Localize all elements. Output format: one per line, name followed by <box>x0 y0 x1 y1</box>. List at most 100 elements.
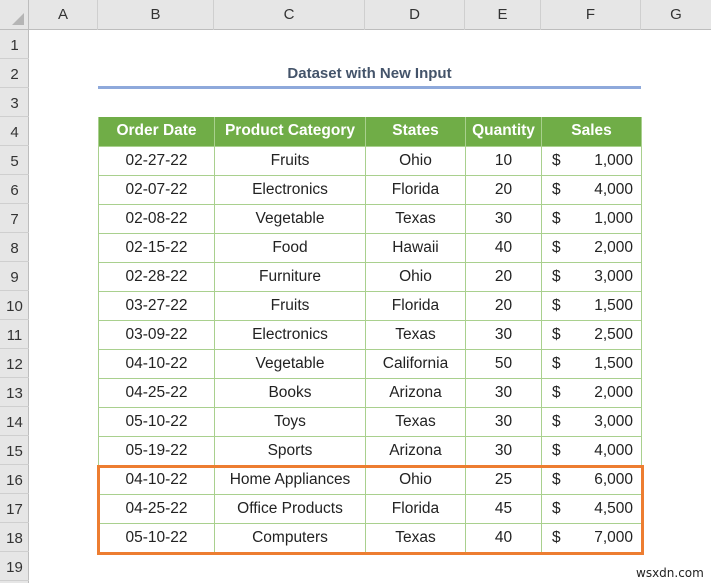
row-header-11[interactable]: 11 <box>0 320 29 349</box>
row-header-7[interactable]: 7 <box>0 204 29 233</box>
row-header-5[interactable]: 5 <box>0 146 29 175</box>
cell-state[interactable]: Florida <box>365 493 466 524</box>
select-all-button[interactable] <box>0 0 29 30</box>
cell-quantity[interactable]: 30 <box>465 377 542 408</box>
cell-quantity[interactable]: 30 <box>465 203 542 234</box>
cell-state[interactable]: Hawaii <box>365 232 466 263</box>
cell-state[interactable]: California <box>365 348 466 379</box>
cell-quantity[interactable]: 10 <box>465 145 542 176</box>
cell-state[interactable]: Florida <box>365 174 466 205</box>
cell-quantity[interactable]: 20 <box>465 174 542 205</box>
cell-quantity[interactable]: 40 <box>465 232 542 263</box>
column-header-g[interactable]: G <box>641 0 711 30</box>
cell-order-date[interactable]: 04-10-22 <box>98 348 215 379</box>
row-header-10[interactable]: 10 <box>0 291 29 320</box>
cell-sales[interactable]: $3,000 <box>541 406 642 437</box>
header-order-date[interactable]: Order Date <box>98 117 215 147</box>
cell-sales[interactable]: $6,000 <box>541 464 642 495</box>
cell-product-category[interactable]: Food <box>214 232 366 263</box>
row-header-19[interactable]: 19 <box>0 552 29 581</box>
row-header-14[interactable]: 14 <box>0 407 29 436</box>
column-header-d[interactable]: D <box>365 0 465 30</box>
cell-state[interactable]: Arizona <box>365 435 466 466</box>
cell-sales[interactable]: $2,000 <box>541 377 642 408</box>
cell-quantity[interactable]: 30 <box>465 406 542 437</box>
cell-product-category[interactable]: Vegetable <box>214 348 366 379</box>
row-header-4[interactable]: 4 <box>0 117 29 146</box>
cell-product-category[interactable]: Vegetable <box>214 203 366 234</box>
cell-sales[interactable]: $4,000 <box>541 435 642 466</box>
cell-order-date[interactable]: 02-28-22 <box>98 261 215 292</box>
cell-quantity[interactable]: 20 <box>465 261 542 292</box>
cell-product-category[interactable]: Electronics <box>214 174 366 205</box>
cell-product-category[interactable]: Sports <box>214 435 366 466</box>
cell-state[interactable]: Arizona <box>365 377 466 408</box>
cell-sales[interactable]: $7,000 <box>541 522 642 553</box>
cell-state[interactable]: Texas <box>365 203 466 234</box>
row-header-6[interactable]: 6 <box>0 175 29 204</box>
cell-order-date[interactable]: 02-08-22 <box>98 203 215 234</box>
row-header-16[interactable]: 16 <box>0 465 29 494</box>
cell-product-category[interactable]: Furniture <box>214 261 366 292</box>
cell-sales[interactable]: $3,000 <box>541 261 642 292</box>
column-header-c[interactable]: C <box>214 0 365 30</box>
cell-order-date[interactable]: 04-10-22 <box>98 464 215 495</box>
cell-order-date[interactable]: 02-27-22 <box>98 145 215 176</box>
cell-quantity[interactable]: 40 <box>465 522 542 553</box>
cell-order-date[interactable]: 05-10-22 <box>98 522 215 553</box>
row-header-3[interactable]: 3 <box>0 88 29 117</box>
cell-quantity[interactable]: 50 <box>465 348 542 379</box>
row-header-13[interactable]: 13 <box>0 378 29 407</box>
header-product-category[interactable]: Product Category <box>214 117 366 147</box>
header-quantity[interactable]: Quantity <box>465 117 542 147</box>
row-header-17[interactable]: 17 <box>0 494 29 523</box>
cell-state[interactable]: Texas <box>365 522 466 553</box>
cell-sales[interactable]: $2,500 <box>541 319 642 350</box>
column-header-a[interactable]: A <box>29 0 98 30</box>
cell-product-category[interactable]: Fruits <box>214 145 366 176</box>
row-header-8[interactable]: 8 <box>0 233 29 262</box>
cell-state[interactable]: Texas <box>365 406 466 437</box>
cell-sales[interactable]: $1,000 <box>541 145 642 176</box>
cell-order-date[interactable]: 03-27-22 <box>98 290 215 321</box>
cell-state[interactable]: Ohio <box>365 464 466 495</box>
cell-order-date[interactable]: 04-25-22 <box>98 377 215 408</box>
cell-product-category[interactable]: Books <box>214 377 366 408</box>
cell-state[interactable]: Florida <box>365 290 466 321</box>
cell-order-date[interactable]: 02-15-22 <box>98 232 215 263</box>
cell-order-date[interactable]: 05-10-22 <box>98 406 215 437</box>
cell-product-category[interactable]: Home Appliances <box>214 464 366 495</box>
column-header-e[interactable]: E <box>465 0 541 30</box>
cell-state[interactable]: Ohio <box>365 261 466 292</box>
cell-order-date[interactable]: 02-07-22 <box>98 174 215 205</box>
row-header-15[interactable]: 15 <box>0 436 29 465</box>
cell-order-date[interactable]: 05-19-22 <box>98 435 215 466</box>
cell-quantity[interactable]: 45 <box>465 493 542 524</box>
header-sales[interactable]: Sales <box>541 117 642 147</box>
header-states[interactable]: States <box>365 117 466 147</box>
cell-state[interactable]: Texas <box>365 319 466 350</box>
cell-quantity[interactable]: 25 <box>465 464 542 495</box>
column-header-b[interactable]: B <box>98 0 214 30</box>
row-header-2[interactable]: 2 <box>0 59 29 88</box>
cell-sales[interactable]: $1,500 <box>541 348 642 379</box>
cell-sales[interactable]: $4,000 <box>541 174 642 205</box>
row-header-1[interactable]: 1 <box>0 30 29 59</box>
row-header-12[interactable]: 12 <box>0 349 29 378</box>
cell-product-category[interactable]: Toys <box>214 406 366 437</box>
cell-order-date[interactable]: 04-25-22 <box>98 493 215 524</box>
cell-product-category[interactable]: Fruits <box>214 290 366 321</box>
cell-product-category[interactable]: Office Products <box>214 493 366 524</box>
cell-order-date[interactable]: 03-09-22 <box>98 319 215 350</box>
row-header-9[interactable]: 9 <box>0 262 29 291</box>
row-header-18[interactable]: 18 <box>0 523 29 552</box>
cell-sales[interactable]: $2,000 <box>541 232 642 263</box>
cell-state[interactable]: Ohio <box>365 145 466 176</box>
cell-product-category[interactable]: Computers <box>214 522 366 553</box>
cell-quantity[interactable]: 30 <box>465 435 542 466</box>
cell-quantity[interactable]: 30 <box>465 319 542 350</box>
column-header-f[interactable]: F <box>541 0 641 30</box>
cell-sales[interactable]: $1,500 <box>541 290 642 321</box>
cell-sales[interactable]: $4,500 <box>541 493 642 524</box>
cell-quantity[interactable]: 20 <box>465 290 542 321</box>
